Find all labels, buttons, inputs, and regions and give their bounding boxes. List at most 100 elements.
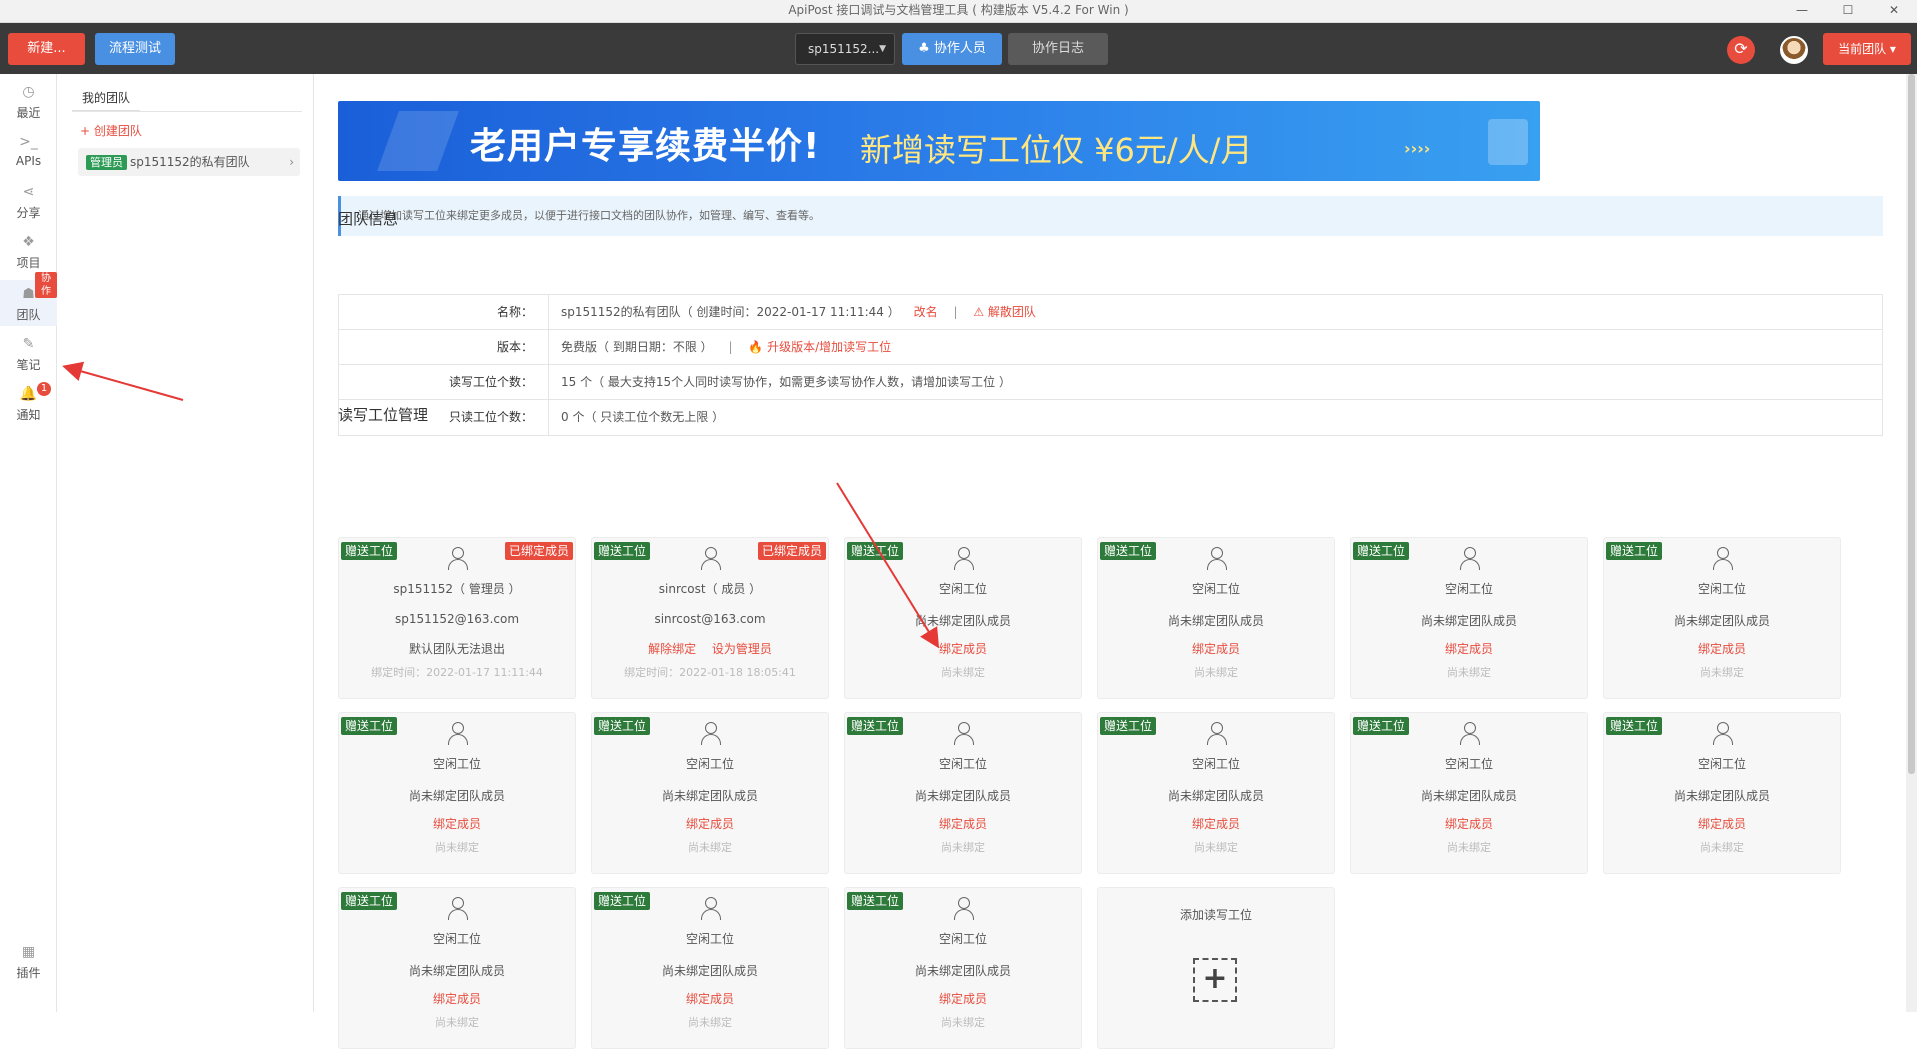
nav-project-label: 项目 [16, 256, 41, 270]
bind-member-link[interactable]: 绑定成员 [1604, 815, 1840, 832]
bound-member-badge: 已绑定成员 [504, 542, 573, 560]
minimize-icon[interactable]: — [1779, 0, 1825, 23]
idle-seat-label: 空闲工位 [685, 932, 734, 946]
plus-icon[interactable]: + [1193, 958, 1237, 1002]
idle-seat-label: 空闲工位 [1191, 582, 1240, 596]
nav-share[interactable]: ⋖ 分享 [0, 184, 57, 221]
bind-member-link[interactable]: 绑定成员 [1098, 640, 1334, 657]
bind-member-link[interactable]: 绑定成员 [339, 990, 575, 1007]
seat-card: 赠送工位 空闲工位 尚未绑定团队成员 绑定成员 尚未绑定 [1603, 537, 1841, 699]
user-icon [1713, 546, 1733, 570]
bind-member-link[interactable]: 绑定成员 [845, 640, 1081, 657]
team-select[interactable]: sp151152... ▼ [795, 33, 895, 65]
users-icon: ♣ [918, 41, 934, 56]
collab-tag: 协作 [35, 272, 57, 298]
current-team-button[interactable]: 当前团队 ▾ [1823, 33, 1911, 65]
info-row-version: 版本： 免费版（ 到期日期：不限 ） | 🔥 升级版本/增加读写工位 [339, 330, 1882, 365]
bind-member-link[interactable]: 绑定成员 [1604, 640, 1840, 657]
info-row-rw-seats: 读写工位个数： 15 个（ 最大支持15个人同时读写协作，如需更多读写协作人数，… [339, 365, 1882, 400]
nav-recent[interactable]: ◷ 最近 [0, 84, 57, 121]
unbound-member-label: 尚未绑定团队成员 [1167, 789, 1264, 803]
user-icon [954, 896, 974, 920]
nav-plugins[interactable]: ▦ 插件 [0, 944, 57, 981]
seats-title: 读写工位管理 [338, 406, 429, 424]
nav-notify[interactable]: 1 🔔 通知 [0, 382, 57, 423]
dissolve-team-link[interactable]: ⚠ 解散团队 [973, 305, 1036, 319]
unbind-link[interactable]: 解除绑定 [648, 642, 696, 656]
rw-seats-value: 15 个（ 最大支持15个人同时读写协作，如需更多读写协作人数，请增加读写工位 … [561, 375, 1011, 389]
unbound-member-label: 尚未绑定团队成员 [914, 789, 1011, 803]
unbound-member-label: 尚未绑定团队成员 [661, 789, 758, 803]
new-button[interactable]: 新建... [8, 33, 85, 65]
close-icon[interactable]: ✕ [1871, 0, 1917, 23]
seat-card: 赠送工位 空闲工位 尚未绑定团队成员 绑定成员 尚未绑定 [844, 712, 1082, 874]
nav-team[interactable]: 协作 ☗ 团队 [0, 272, 57, 326]
upgrade-link[interactable]: 🔥 升级版本/增加读写工位 [748, 340, 891, 354]
tab-my-teams[interactable]: 我的团队 [72, 86, 141, 112]
info-label: 读写工位个数： [339, 365, 549, 399]
team-info-title: 团队信息 [338, 210, 399, 228]
gift-seat-badge: 赠送工位 [594, 717, 651, 735]
gift-seat-badge: 赠送工位 [594, 892, 651, 910]
unbound-member-label: 尚未绑定团队成员 [914, 964, 1011, 978]
not-bound-label: 尚未绑定 [688, 1016, 732, 1029]
nav-notes[interactable]: ✎ 笔记 [0, 336, 57, 373]
sync-icon[interactable]: ⟳ [1727, 36, 1755, 64]
unbound-member-label: 尚未绑定团队成员 [408, 789, 505, 803]
nav-notify-label: 通知 [16, 408, 41, 422]
window-titlebar: ApiPost 接口调试与文档管理工具 ( 构建版本 V5.4.2 For Wi… [0, 0, 1917, 23]
gift-seat-badge: 赠送工位 [1353, 542, 1410, 560]
cubes-icon: ❖ [22, 234, 35, 250]
top-toolbar: 新建... 流程测试 sp151152... ▼ ♣ 协作人员 协作日志 ⟳ 当… [0, 23, 1917, 74]
set-admin-link[interactable]: 设为管理员 [712, 642, 772, 656]
user-icon [701, 721, 721, 745]
idle-seat-label: 空闲工位 [938, 582, 987, 596]
team-name-value: sp151152的私有团队（ 创建时间：2022-01-17 11:11:44 … [561, 305, 900, 319]
nav-project[interactable]: ❖ 项目 [0, 234, 57, 271]
not-bound-label: 尚未绑定 [941, 1016, 985, 1029]
team-select-value: sp151152... [808, 42, 880, 56]
team-list-item[interactable]: 管理员 sp151152的私有团队 › [78, 148, 300, 176]
idle-seat-label: 空闲工位 [1444, 582, 1493, 596]
info-row-ro-seats: 只读工位个数： 0 个（ 只读工位个数无上限 ） [339, 400, 1882, 435]
gift-seat-badge: 赠送工位 [1100, 542, 1157, 560]
bind-member-link[interactable]: 绑定成员 [845, 815, 1081, 832]
nav-apis[interactable]: >_ APIs [0, 134, 57, 168]
member-actions: 解除绑定 设为管理员 [592, 640, 828, 657]
team-info-table: 名称： sp151152的私有团队（ 创建时间：2022-01-17 11:11… [338, 294, 1883, 436]
collab-log-button[interactable]: 协作日志 [1008, 33, 1108, 65]
bind-member-link[interactable]: 绑定成员 [845, 990, 1081, 1007]
user-icon [1460, 721, 1480, 745]
user-icon [448, 546, 468, 570]
avatar[interactable] [1780, 36, 1808, 64]
scrollbar-thumb[interactable] [1908, 74, 1915, 774]
nav-team-label: 团队 [16, 308, 41, 322]
bind-member-link[interactable]: 绑定成员 [1351, 640, 1587, 657]
collaborators-button[interactable]: ♣ 协作人员 [902, 33, 1002, 65]
add-seat-card[interactable]: 添加读写工位 + [1097, 887, 1335, 1049]
unbound-member-label: 尚未绑定团队成员 [1420, 614, 1517, 628]
user-icon [448, 721, 468, 745]
unbound-member-label: 尚未绑定团队成员 [408, 964, 505, 978]
bind-member-link[interactable]: 绑定成员 [592, 815, 828, 832]
member-name: sinrcost（ 成员 ） [658, 582, 762, 596]
scrollbar[interactable] [1906, 74, 1917, 1012]
bind-member-link[interactable]: 绑定成员 [592, 990, 828, 1007]
rename-link[interactable]: 改名 [914, 305, 938, 319]
maximize-icon[interactable]: ☐ [1825, 0, 1871, 23]
info-row-name: 名称： sp151152的私有团队（ 创建时间：2022-01-17 11:11… [339, 295, 1882, 330]
create-team-link[interactable]: + 创建团队 [80, 120, 142, 142]
banner-headline: 老用户专享续费半价! [470, 126, 821, 167]
nav-recent-label: 最近 [16, 106, 41, 120]
not-bound-label: 尚未绑定 [1447, 841, 1491, 854]
bind-member-link[interactable]: 绑定成员 [1351, 815, 1587, 832]
nav-share-label: 分享 [16, 206, 41, 220]
unbound-member-label: 尚未绑定团队成员 [1673, 789, 1770, 803]
divider: | [728, 340, 733, 354]
member-name: sp151152（ 管理员 ） [393, 582, 521, 596]
flow-test-button[interactable]: 流程测试 [95, 33, 175, 65]
promo-banner[interactable]: 老用户专享续费半价! 新增读写工位仅 ¥6元/人/月 ›››› [338, 101, 1540, 181]
not-bound-label: 尚未绑定 [1700, 841, 1744, 854]
bind-member-link[interactable]: 绑定成员 [1098, 815, 1334, 832]
bind-member-link[interactable]: 绑定成员 [339, 815, 575, 832]
